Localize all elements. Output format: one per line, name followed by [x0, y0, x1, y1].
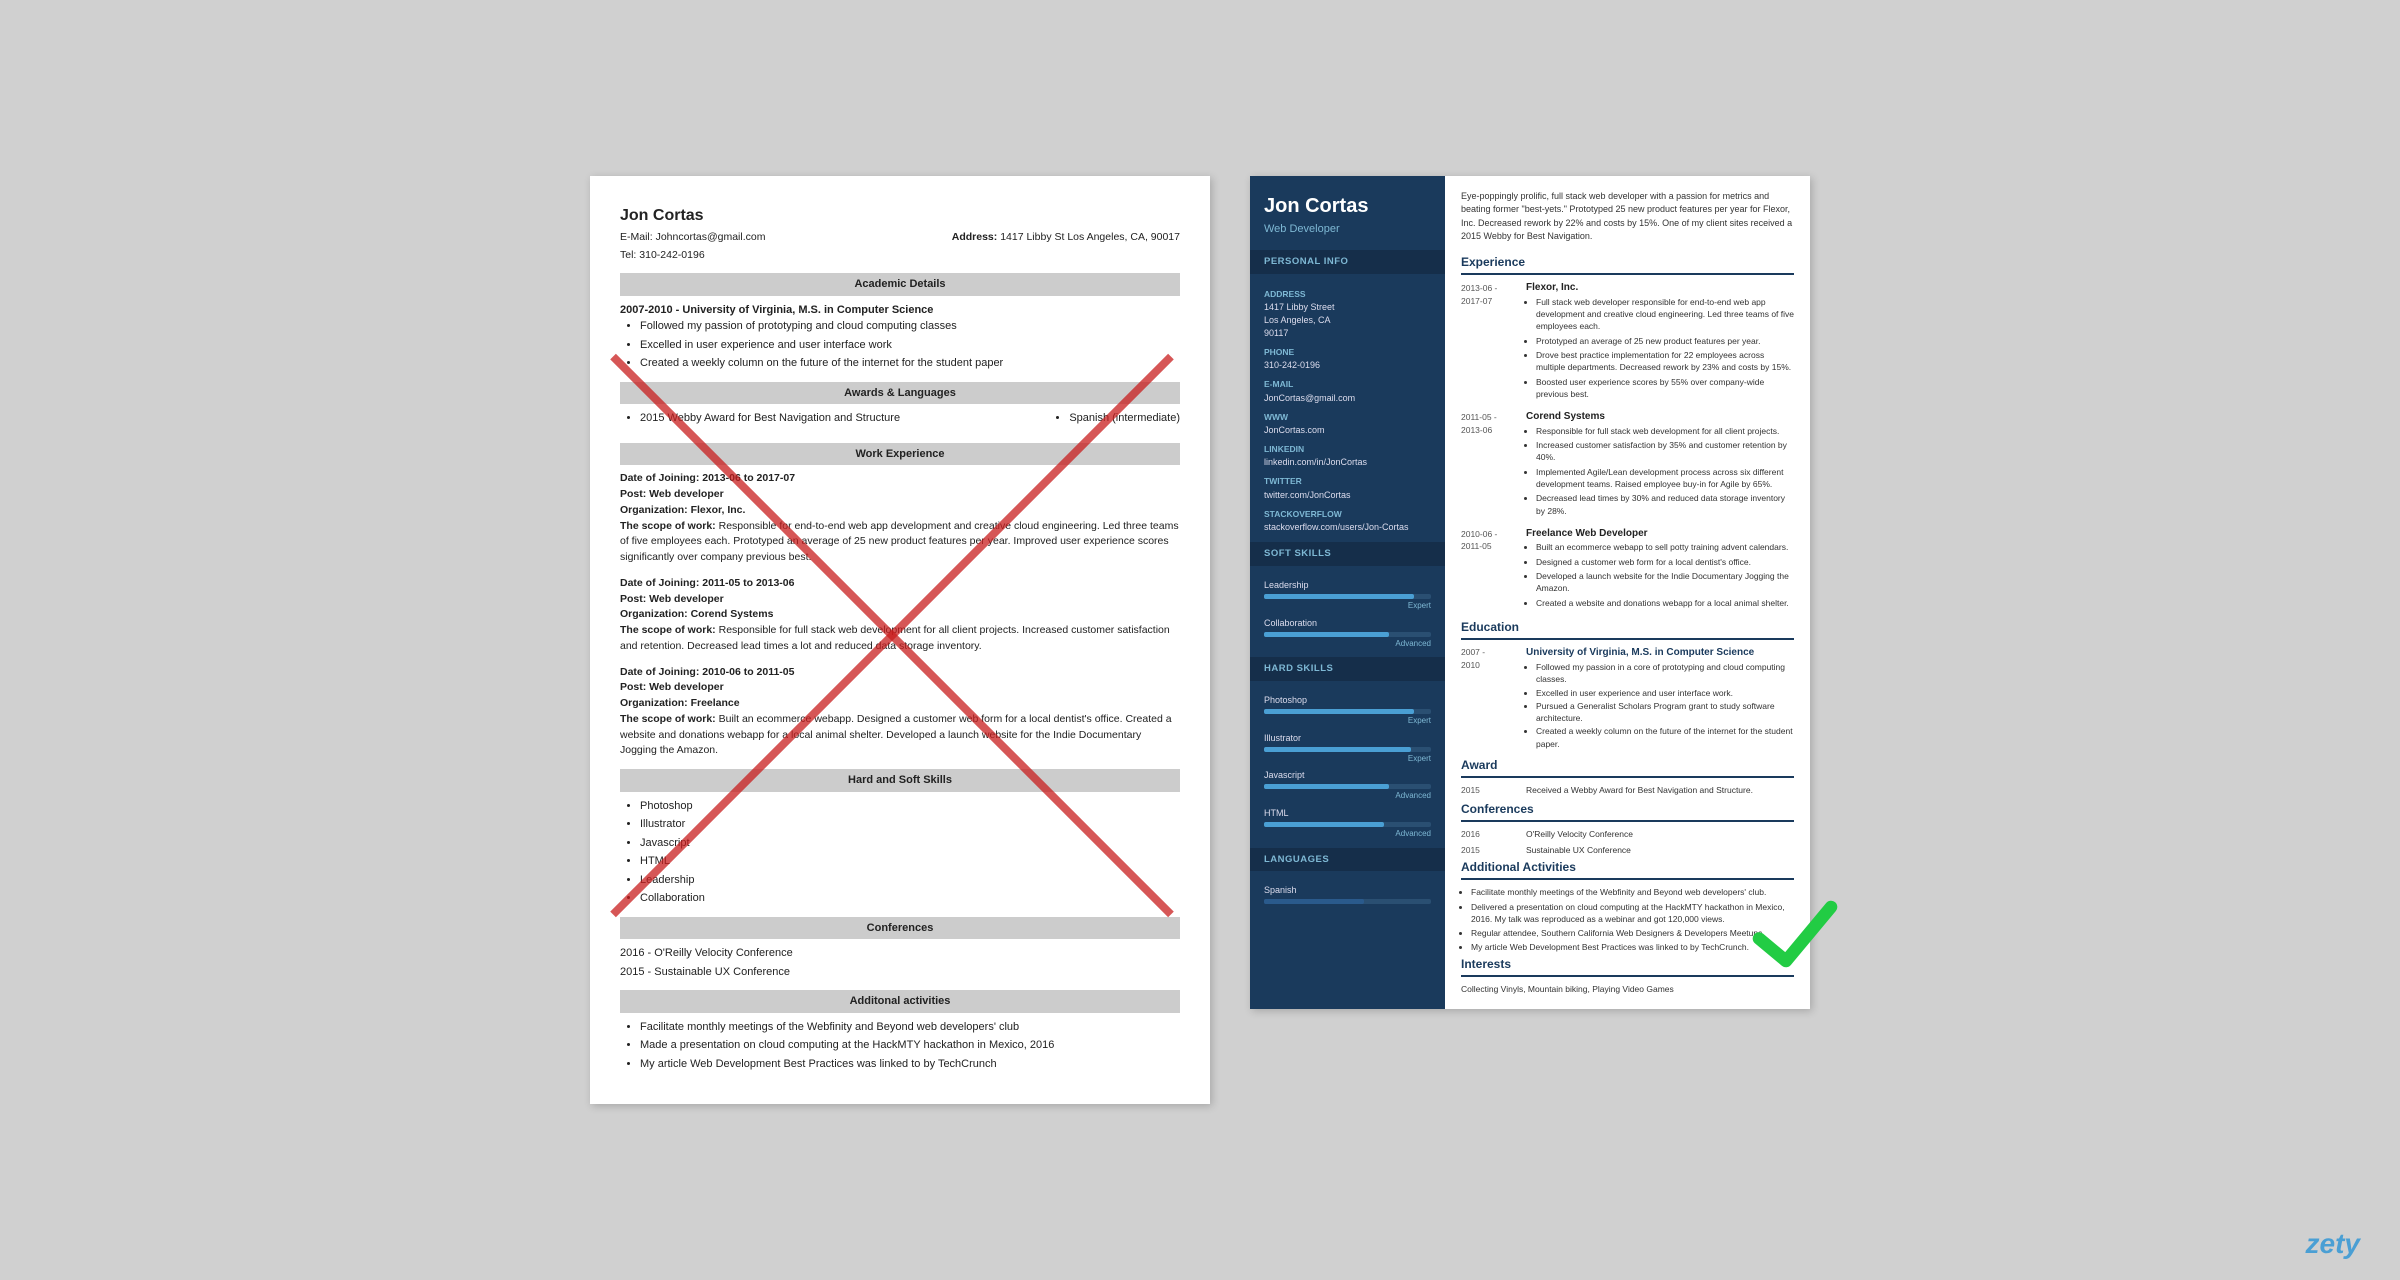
award-item: 2015 Webby Award for Best Navigation and…: [640, 410, 900, 427]
summary-text: Eye-poppingly prolific, full stack web d…: [1461, 190, 1794, 244]
skill-6: Collaboration: [640, 890, 1180, 907]
exp-entry-2: 2011-05 -2013-06 Corend Systems Responsi…: [1461, 410, 1794, 519]
phone-label: Phone: [1264, 346, 1431, 358]
skill-4: HTML: [640, 853, 1180, 870]
left-name: Jon Cortas: [620, 204, 1180, 228]
awards-section-header: Awards & Languages: [620, 382, 1180, 405]
academic-bullet-3: Created a weekly column on the future of…: [640, 355, 1180, 372]
email-label: E-mail: [1264, 378, 1431, 390]
skill-collab-name: Collaboration: [1264, 617, 1431, 630]
skills-section-header: Hard and Soft Skills: [620, 769, 1180, 792]
conf-list: 2016 - O'Reilly Velocity Conference 2015…: [620, 945, 1180, 980]
skill-collab-fill: [1264, 632, 1389, 637]
left-email: E-Mail: Johncortas@gmail.com: [620, 230, 765, 246]
academic-bullet-1: Followed my passion of prototyping and c…: [640, 318, 1180, 335]
academic-bullet-2: Excelled in user experience and user int…: [640, 337, 1180, 354]
sidebar-name: Jon Cortas: [1264, 194, 1431, 218]
work-entry-2: Date of Joining: 2011-05 to 2013-06 Post…: [620, 576, 1180, 655]
zety-logo: zety: [2306, 1228, 2360, 1260]
phone-value: 310-242-0196: [1264, 359, 1431, 372]
hard-skills-title: Hard Skills: [1250, 657, 1445, 681]
edu-entry-1: 2007 -2010 University of Virginia, M.S. …: [1461, 646, 1794, 751]
twitter-value: twitter.com/JonCortas: [1264, 489, 1431, 502]
activities-section-header: Additonal activities: [620, 990, 1180, 1013]
activities-list-right: Facilitate monthly meetings of the Webfi…: [1471, 886, 1794, 954]
left-address: Address: 1417 Libby St Los Angeles, CA, …: [952, 230, 1180, 246]
language-spanish-name: Spanish: [1264, 884, 1431, 897]
skill-html-name: HTML: [1264, 807, 1431, 820]
skill-5: Leadership: [640, 872, 1180, 889]
personal-info-title: Personal Info: [1250, 250, 1445, 274]
skill-illustrator-name: Illustrator: [1264, 732, 1431, 745]
resume-left: Jon Cortas E-Mail: Johncortas@gmail.com …: [590, 176, 1210, 1104]
left-tel: Tel: 310-242-0196: [620, 248, 1180, 264]
skills-list: Photoshop Illustrator Javascript HTML Le…: [640, 798, 1180, 907]
award-title: Award: [1461, 757, 1794, 778]
www-label: WWW: [1264, 411, 1431, 423]
work-section-header: Work Experience: [620, 443, 1180, 466]
interests-title: Interests: [1461, 956, 1794, 977]
address-value: 1417 Libby StreetLos Angeles, CA90117: [1264, 301, 1431, 340]
hard-skills-block: Photoshop Expert Illustrator Expert Java…: [1250, 681, 1445, 848]
soft-skills-title: Soft Skills: [1250, 542, 1445, 566]
linkedin-label: LinkedIn: [1264, 443, 1431, 455]
education-title: Education: [1461, 619, 1794, 640]
skill-photoshop-name: Photoshop: [1264, 694, 1431, 707]
activity-2: Made a presentation on cloud computing a…: [640, 1037, 1180, 1054]
stackoverflow-value: stackoverflow.com/users/Jon-Cortas: [1264, 521, 1431, 534]
skill-leadership-level: Expert: [1264, 600, 1431, 612]
activities-title: Additional Activities: [1461, 859, 1794, 880]
languages-title: Languages: [1250, 848, 1445, 872]
exp-company-2: Corend Systems: [1526, 410, 1794, 425]
skill-javascript-name: Javascript: [1264, 769, 1431, 782]
right-main-content: Eye-poppingly prolific, full stack web d…: [1445, 176, 1810, 1010]
academic-entry: 2007-2010 - University of Virginia, M.S.…: [620, 302, 1180, 372]
academic-bullets: Followed my passion of prototyping and c…: [640, 318, 1180, 372]
personal-info-block: Address 1417 Libby StreetLos Angeles, CA…: [1250, 274, 1445, 543]
sidebar-job-title: Web Developer: [1264, 222, 1431, 238]
language-item: Spanish (intermediate): [1069, 410, 1180, 427]
soft-skills-block: Leadership Expert Collaboration Advanced: [1250, 566, 1445, 657]
resume-right: Jon Cortas Web Developer Personal Info A…: [1250, 176, 1810, 1010]
activities-list-left: Facilitate monthly meetings of the Webfi…: [640, 1019, 1180, 1073]
work-entry-1: Date of Joining: 2013-06 to 2017-07 Post…: [620, 471, 1180, 566]
skill-leadership-fill: [1264, 594, 1414, 599]
exp-entry-1: 2013-06 -2017-07 Flexor, Inc. Full stack…: [1461, 281, 1794, 402]
twitter-label: Twitter: [1264, 475, 1431, 487]
conf-section-header: Conferences: [620, 917, 1180, 940]
activity-1: Facilitate monthly meetings of the Webfi…: [640, 1019, 1180, 1036]
award-entry: 2015 Received a Webby Award for Best Nav…: [1461, 784, 1794, 796]
skill-leadership-bar: [1264, 594, 1431, 599]
exp-company-1: Flexor, Inc.: [1526, 281, 1794, 296]
linkedin-value: linkedin.com/in/JonCortas: [1264, 456, 1431, 469]
conf-2: 2015 - Sustainable UX Conference: [620, 964, 1180, 981]
skill-collab-bar: [1264, 632, 1431, 637]
left-contact: E-Mail: Johncortas@gmail.com Address: 14…: [620, 230, 1180, 246]
languages-block: Spanish: [1250, 871, 1445, 913]
sidebar-name-block: Jon Cortas Web Developer: [1250, 176, 1445, 250]
right-sidebar: Jon Cortas Web Developer Personal Info A…: [1250, 176, 1445, 1010]
work-entry-3: Date of Joining: 2010-06 to 2011-05 Post…: [620, 665, 1180, 760]
email-value: JonCortas@gmail.com: [1264, 392, 1431, 405]
exp-company-3: Freelance Web Developer: [1526, 527, 1794, 542]
edu-degree-1: University of Virginia, M.S. in Computer…: [1526, 646, 1794, 661]
conf-1: 2016 - O'Reilly Velocity Conference: [620, 945, 1180, 962]
conf-entry-2: 2015 Sustainable UX Conference: [1461, 844, 1794, 856]
awards-row: 2015 Webby Award for Best Navigation and…: [620, 410, 1180, 433]
conf-entry-1: 2016 O'Reilly Velocity Conference: [1461, 828, 1794, 840]
experience-title: Experience: [1461, 254, 1794, 275]
skill-1: Photoshop: [640, 798, 1180, 815]
conferences-title: Conferences: [1461, 801, 1794, 822]
skill-3: Javascript: [640, 835, 1180, 852]
interests-text: Collecting Vinyls, Mountain biking, Play…: [1461, 983, 1794, 995]
stackoverflow-label: StackOverflow: [1264, 508, 1431, 520]
exp-entry-3: 2010-06 -2011-05 Freelance Web Developer…: [1461, 527, 1794, 611]
skill-collab-level: Advanced: [1264, 638, 1431, 650]
skill-leadership-name: Leadership: [1264, 579, 1431, 592]
address-label: Address: [1264, 288, 1431, 300]
skill-2: Illustrator: [640, 816, 1180, 833]
academic-section-header: Academic Details: [620, 273, 1180, 296]
activity-3: My article Web Development Best Practice…: [640, 1056, 1180, 1073]
www-value: JonCortas.com: [1264, 424, 1431, 437]
